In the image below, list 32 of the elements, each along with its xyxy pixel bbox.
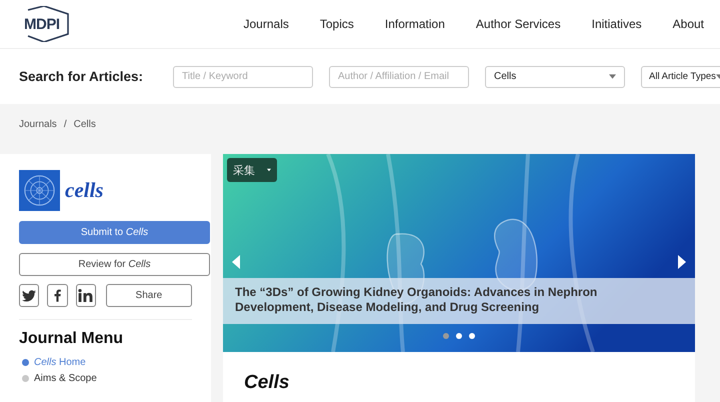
previous-arrow-icon[interactable] [232,255,240,269]
search-field[interactable]: Title / Keyword [173,66,313,88]
caret-icon [267,168,271,172]
caret-icon [609,74,616,79]
breadcrumb-link[interactable]: Journals [19,118,57,130]
review-button[interactable]: Review for Cells [19,253,210,276]
linkedin-in-icon[interactable] [76,284,96,307]
menu-heading: Journal Menu [19,330,124,348]
search-label: Search for Articles: [19,69,144,84]
nav-link[interactable]: Journals [244,17,289,31]
slide-caption[interactable]: The “3Ds” of Growing Kidney Organoids: Advances in Nephron Development, Disease Modeling, and Drug Screening [223,278,695,324]
facebook-f-icon[interactable] [47,284,68,307]
twitter-bird-icon[interactable] [19,284,40,307]
journal-title: Cells [244,372,290,394]
search-field[interactable]: Author / Affiliation / Email [329,66,469,88]
menu-link[interactable]: Cells Home [34,356,86,368]
nav-link[interactable]: About [672,17,704,31]
dropdown[interactable]: All Article Types [641,66,720,88]
nav-link[interactable]: Initiatives [592,17,642,31]
nav-link[interactable]: Information [384,17,445,31]
share-button[interactable]: Share [106,284,192,307]
dropdown[interactable]: Cells [485,66,625,88]
next-arrow-icon[interactable] [678,255,686,269]
journal-name: cells [65,178,104,203]
submit-button[interactable]: Submit to Cells [19,221,210,244]
mdpi-logo[interactable]: MDPI [18,6,70,42]
nav-link[interactable]: Author Services [476,17,561,31]
menu-link[interactable]: Aims & Scope [34,372,97,384]
breadcrumb-separator: / [64,118,67,130]
breadcrumb-link[interactable]: Cells [74,118,96,130]
collect-dropdown-button[interactable]: 采集 [227,158,277,182]
nav-link[interactable]: Topics [320,17,354,31]
